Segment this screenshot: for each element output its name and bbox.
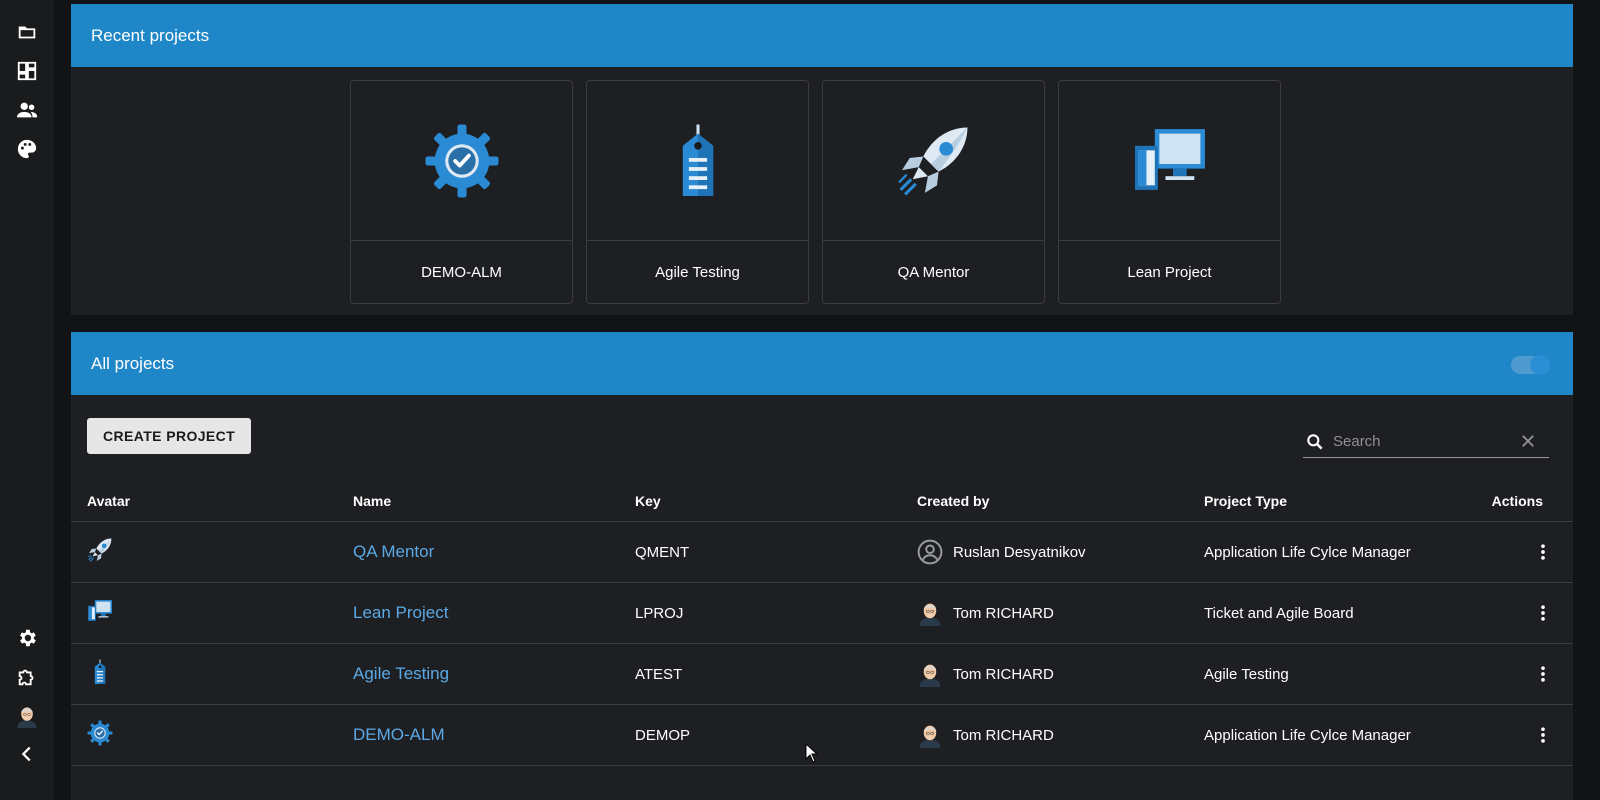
mouse-cursor-icon: [805, 743, 819, 763]
creator-name: Tom RICHARD: [953, 726, 1054, 744]
creator-name: Tom RICHARD: [953, 604, 1054, 622]
recent-card-label: DEMO-ALM: [421, 263, 502, 281]
more-vert-icon[interactable]: [1533, 603, 1553, 623]
created-by-cell: Tom RICHARD: [917, 722, 1204, 748]
more-vert-icon[interactable]: [1533, 664, 1553, 684]
created-by-cell: Tom RICHARD: [917, 600, 1204, 626]
recent-card-demo-alm[interactable]: DEMO-ALM: [350, 80, 573, 304]
column-actions: Actions: [1491, 492, 1543, 509]
column-key[interactable]: Key: [635, 493, 917, 509]
recent-card-label: Agile Testing: [655, 263, 740, 281]
all-projects-header: All projects: [71, 332, 1573, 395]
palette-icon[interactable]: [15, 137, 39, 161]
recent-projects-cards: DEMO-ALM Agile Testing QA Mentor Lean Pr…: [350, 80, 1281, 304]
table-row: Agile Testing ATEST Tom RICHARD Agile Te…: [71, 644, 1573, 705]
created-by-cell: Ruslan Desyatnikov: [917, 539, 1204, 565]
search-input[interactable]: [1333, 433, 1513, 450]
theme-toggle: [1475, 352, 1550, 377]
column-project-type[interactable]: Project Type: [1204, 493, 1484, 509]
project-type: Agile Testing: [1204, 665, 1289, 683]
tag-icon: [71, 659, 353, 689]
creator-name: Ruslan Desyatnikov: [953, 543, 1086, 561]
table-row: Lean Project LPROJ Tom RICHARD Ticket an…: [71, 583, 1573, 644]
user-photo-avatar: [917, 600, 943, 626]
recent-projects-title: Recent projects: [71, 4, 1573, 67]
column-name[interactable]: Name: [353, 493, 635, 509]
user-avatar[interactable]: [15, 704, 39, 728]
search-box: [1303, 426, 1549, 458]
project-name-link[interactable]: DEMO-ALM: [353, 725, 445, 744]
creator-name: Tom RICHARD: [953, 665, 1054, 683]
chevron-left-icon[interactable]: [15, 742, 39, 766]
user-photo-avatar: [917, 661, 943, 687]
people-icon[interactable]: [15, 98, 39, 122]
project-key: QMENT: [635, 543, 690, 561]
rocket-icon: [823, 81, 1044, 241]
project-type: Application Life Cylce Manager: [1204, 726, 1411, 744]
tag-icon: [587, 81, 808, 241]
created-by-cell: Tom RICHARD: [917, 661, 1204, 687]
all-projects-panel: All projects CREATE PROJECT Avatar Name …: [71, 332, 1573, 800]
column-created-by[interactable]: Created by: [917, 493, 1204, 509]
table-header: Avatar Name Key Created by Project Type …: [71, 480, 1573, 522]
gear-check-icon: [71, 720, 353, 750]
folder-icon[interactable]: [15, 20, 39, 44]
recent-projects-panel: Recent projects DEMO-ALM Agile Testing Q…: [71, 4, 1573, 315]
project-name-link[interactable]: Agile Testing: [353, 664, 449, 683]
more-vert-icon[interactable]: [1533, 542, 1553, 562]
recent-card-label: QA Mentor: [897, 263, 970, 281]
puzzle-icon[interactable]: [15, 665, 39, 689]
clear-search-icon[interactable]: [1519, 432, 1537, 450]
dark-mode-switch[interactable]: [1511, 354, 1550, 375]
project-type: Application Life Cylce Manager: [1204, 543, 1411, 561]
project-name-link[interactable]: Lean Project: [353, 603, 448, 622]
create-project-button[interactable]: CREATE PROJECT: [87, 418, 252, 454]
table-row: QA Mentor QMENT Ruslan Desyatnikov Appli…: [71, 522, 1573, 583]
project-key: LPROJ: [635, 604, 684, 622]
recent-card-lean-project[interactable]: Lean Project: [1058, 80, 1281, 304]
moon-icon: [1475, 352, 1495, 377]
project-type: Ticket and Agile Board: [1204, 604, 1354, 622]
user-photo-avatar: [917, 722, 943, 748]
devices-icon: [1059, 81, 1280, 241]
left-sidebar: [0, 0, 54, 800]
all-projects-title: All projects: [91, 353, 175, 373]
table-row: DEMO-ALM DEMOP Tom RICHARD Application L…: [71, 705, 1573, 766]
search-icon: [1307, 433, 1323, 450]
recent-card-label: Lean Project: [1127, 263, 1212, 281]
recent-card-qa-mentor[interactable]: QA Mentor: [822, 80, 1045, 304]
rocket-icon: [71, 537, 353, 567]
projects-table: Avatar Name Key Created by Project Type …: [71, 480, 1573, 766]
gear-check-icon: [351, 81, 572, 241]
project-key: ATEST: [635, 665, 683, 683]
generic-user-icon: [917, 539, 943, 565]
gear-icon[interactable]: [15, 626, 39, 650]
project-name-link[interactable]: QA Mentor: [353, 542, 434, 561]
column-avatar[interactable]: Avatar: [71, 493, 353, 509]
dashboard-icon[interactable]: [15, 59, 39, 83]
project-key: DEMOP: [635, 726, 691, 744]
devices-icon: [71, 598, 353, 628]
more-vert-icon[interactable]: [1533, 725, 1553, 745]
recent-card-agile-testing[interactable]: Agile Testing: [586, 80, 809, 304]
switch-knob: [1530, 354, 1550, 375]
